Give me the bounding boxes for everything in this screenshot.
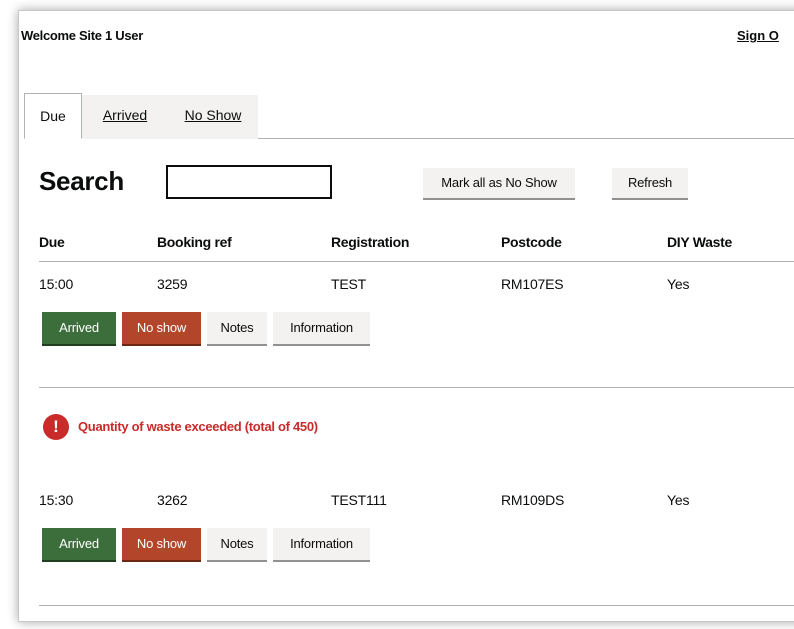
table-row: 15:30 3262 TEST111 RM109DS Yes <box>39 492 794 516</box>
cell-diy-waste: Yes <box>667 276 690 292</box>
tab-arrived[interactable]: Arrived <box>82 95 168 139</box>
row-divider <box>39 605 794 606</box>
cell-registration: TEST <box>331 276 366 292</box>
cell-booking-ref: 3262 <box>157 492 188 508</box>
column-header-diy-waste: DIY Waste <box>667 234 732 250</box>
row-divider <box>39 387 794 388</box>
warning-icon: ! <box>43 414 69 440</box>
column-header-due: Due <box>39 234 65 250</box>
cell-due: 15:00 <box>39 276 74 292</box>
column-header-postcode: Postcode <box>501 234 562 250</box>
top-bar: Welcome Site 1 User Sign O <box>21 28 794 52</box>
refresh-button[interactable]: Refresh <box>612 168 688 200</box>
cell-due: 15:30 <box>39 492 74 508</box>
notes-button[interactable]: Notes <box>207 528 267 562</box>
information-button[interactable]: Information <box>273 528 370 562</box>
notes-button[interactable]: Notes <box>207 312 267 346</box>
no-show-button[interactable]: No show <box>122 528 201 562</box>
search-input[interactable] <box>166 165 332 199</box>
cell-postcode: RM109DS <box>501 492 565 508</box>
warning-message: Quantity of waste exceeded (total of 450… <box>78 419 318 434</box>
sign-out-link[interactable]: Sign O <box>737 28 779 43</box>
tab-no-show[interactable]: No Show <box>168 95 258 139</box>
welcome-message: Welcome Site 1 User <box>21 28 143 43</box>
cell-postcode: RM107ES <box>501 276 564 292</box>
mark-all-no-show-button[interactable]: Mark all as No Show <box>423 168 575 200</box>
no-show-button[interactable]: No show <box>122 312 201 346</box>
tab-due[interactable]: Due <box>24 93 82 139</box>
row-actions: Arrived No show Notes Information <box>42 312 742 346</box>
search-heading: Search <box>39 166 124 196</box>
arrived-button[interactable]: Arrived <box>42 312 116 346</box>
waste-warning: ! Quantity of waste exceeded (total of 4… <box>43 414 643 442</box>
column-header-registration: Registration <box>331 234 410 250</box>
booking-tabs: Due Arrived No Show <box>24 93 794 139</box>
cell-diy-waste: Yes <box>667 492 690 508</box>
row-actions: Arrived No show Notes Information <box>42 528 742 562</box>
table-row: 15:00 3259 TEST RM107ES Yes <box>39 276 794 300</box>
column-header-booking-ref: Booking ref <box>157 234 232 250</box>
arrived-button[interactable]: Arrived <box>42 528 116 562</box>
cell-registration: TEST111 <box>331 492 387 508</box>
information-button[interactable]: Information <box>273 312 370 346</box>
table-header: Due Booking ref Registration Postcode DI… <box>39 232 794 262</box>
cell-booking-ref: 3259 <box>157 276 188 292</box>
